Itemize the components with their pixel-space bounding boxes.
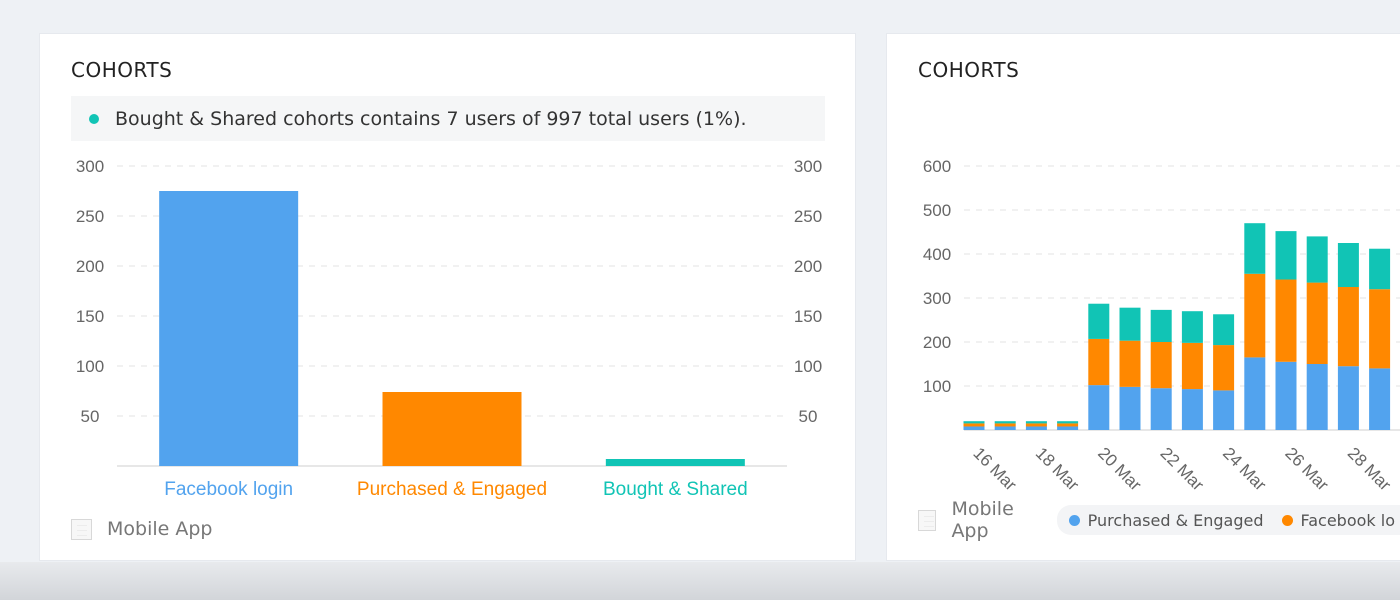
x-tick-label: 26 Mar <box>1281 444 1332 495</box>
y-tick-label-left: 250 <box>76 207 104 226</box>
legend-label: Facebook lo <box>1300 510 1396 530</box>
stacked-bar-segment <box>1369 248 1391 290</box>
y-tick-label-left: 200 <box>76 257 104 276</box>
y-tick-label: 300 <box>923 289 951 308</box>
stacked-bar-segment <box>1025 423 1047 427</box>
y-tick-label: 100 <box>923 377 951 396</box>
stacked-bar-segment <box>1057 423 1079 427</box>
page-bottom-shade <box>0 562 1400 600</box>
stacked-bar-segment <box>1088 303 1110 339</box>
y-tick-label: 500 <box>923 201 951 220</box>
x-category-label: Facebook login <box>164 479 293 500</box>
y-tick-label: 600 <box>923 157 951 176</box>
bar <box>382 392 522 466</box>
cohort-stacked-chart: 100 200 300 400 500 600 16 Mar 18 Mar 20 Mar 22 M… <box>923 157 1400 495</box>
stacked-bar-segment <box>1088 385 1110 430</box>
stacked-bar-segment <box>1244 223 1266 274</box>
cohorts-card-bar: COHORTS Bought & Shared cohorts contains… <box>39 33 856 561</box>
card-footer: Mobile App <box>71 518 212 540</box>
stacked-bar-segment <box>1119 307 1141 341</box>
stacked-bar-segment <box>1057 421 1079 424</box>
chart-legend: Purchased & Engaged Facebook lo <box>1056 505 1400 535</box>
stacked-bar-segment <box>994 423 1016 427</box>
card-footer: Mobile App Purchased & Engaged Facebook … <box>918 498 1400 542</box>
y-tick-label-right: 50 <box>799 407 818 426</box>
stacked-bar-segment <box>994 426 1016 430</box>
stacked-bar-segment <box>1119 340 1141 387</box>
stacked-bar-segment <box>1369 368 1391 430</box>
stacked-bar-segment <box>1025 421 1047 424</box>
stacked-bar-segment <box>1119 386 1141 430</box>
bar <box>159 191 299 466</box>
stacked-bar-segment <box>1244 357 1266 430</box>
x-category-label: Bought & Shared <box>603 479 748 500</box>
legend-dot-icon <box>1068 514 1080 526</box>
stacked-bar-segment <box>1181 342 1203 390</box>
stacked-bar-segment <box>1213 314 1235 346</box>
stacked-bar-segment <box>1057 426 1079 430</box>
stacked-bar-segment <box>963 421 985 424</box>
mobile-app-icon <box>918 509 937 531</box>
y-tick-label: 200 <box>923 333 951 352</box>
stacked-bar-segment <box>994 421 1016 424</box>
stacked-bar-segment <box>1306 236 1328 283</box>
app-label: Mobile App <box>107 518 213 540</box>
stacked-bar-segment <box>1025 426 1047 430</box>
x-tick-label: 24 Mar <box>1219 444 1270 495</box>
y-tick-label-right: 200 <box>794 257 822 276</box>
stacked-bar-segment <box>1213 345 1235 391</box>
x-category-label: Purchased & Engaged <box>357 479 547 500</box>
y-tick-label-left: 300 <box>76 157 104 176</box>
stacked-bar-segment <box>1337 243 1359 287</box>
stacked-bar-segment <box>1306 364 1328 430</box>
stacked-bar-segment <box>1275 231 1297 280</box>
stacked-bar-segment <box>1150 309 1172 342</box>
stacked-bar-segment <box>1244 273 1266 358</box>
y-tick-label-left: 50 <box>81 407 100 426</box>
stacked-bar-segment <box>1369 289 1391 369</box>
y-tick-label-left: 100 <box>76 357 104 376</box>
stacked-bar-segment <box>1306 282 1328 364</box>
x-tick-label: 28 Mar <box>1344 444 1395 495</box>
stacked-bar-segment <box>1275 361 1297 430</box>
stacked-bar-segment <box>963 423 985 427</box>
stacked-bar-segment <box>1275 279 1297 362</box>
stacked-bar-segment <box>1150 388 1172 430</box>
legend-item[interactable]: Facebook lo <box>1281 510 1396 530</box>
x-tick-label: 16 Mar <box>969 444 1020 495</box>
y-tick-label-right: 250 <box>794 207 822 226</box>
mobile-app-icon <box>71 518 92 540</box>
bar <box>605 459 745 466</box>
legend-item[interactable]: Purchased & Engaged <box>1068 510 1264 530</box>
y-tick-label-right: 100 <box>794 357 822 376</box>
cohorts-card-stacked: COHORTS 100 200 300 400 500 600 16 Mar 18 Mar 20… <box>886 33 1400 561</box>
legend-label: Purchased & Engaged <box>1087 510 1264 530</box>
stacked-bar-segment <box>1337 366 1359 430</box>
stacked-bar-segment <box>1337 287 1359 367</box>
stacked-bar-segment <box>1150 342 1172 389</box>
stacked-bar-segment <box>1181 311 1203 343</box>
y-tick-label-right: 300 <box>794 157 822 176</box>
y-tick-label-left: 150 <box>76 307 104 326</box>
legend-dot-icon <box>1281 514 1293 526</box>
x-tick-label: 22 Mar <box>1157 444 1208 495</box>
x-tick-label: 20 Mar <box>1094 444 1145 495</box>
stacked-bar-segment <box>1181 389 1203 430</box>
stacked-bar-segment <box>963 426 985 430</box>
x-tick-label: 18 Mar <box>1032 444 1083 495</box>
stacked-bar-segment <box>1213 390 1235 430</box>
y-tick-label: 400 <box>923 245 951 264</box>
y-tick-label-right: 150 <box>794 307 822 326</box>
app-label: Mobile App <box>951 498 1014 542</box>
cohort-bar-chart: 50 50 100 100 150 150 200 200 250 250 300 300 Facebo… <box>76 157 822 500</box>
stacked-bar-segment <box>1088 338 1110 386</box>
